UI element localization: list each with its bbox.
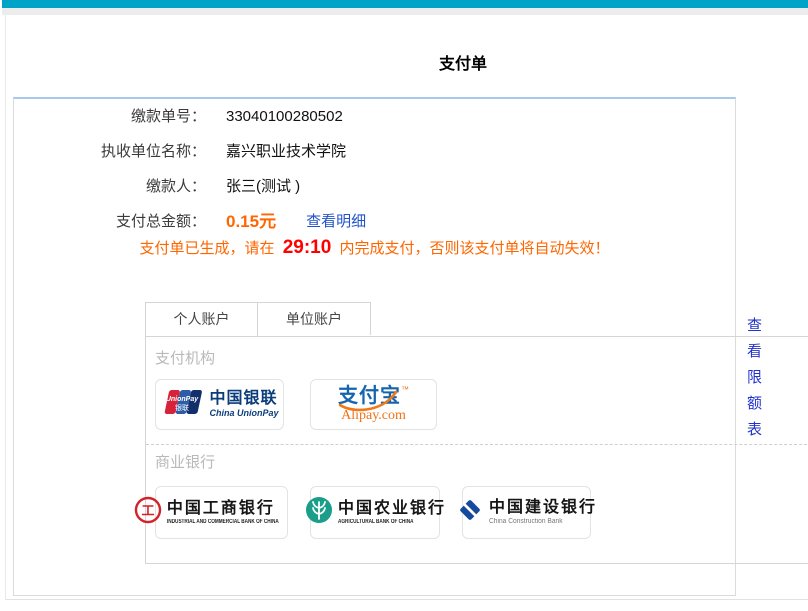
banks-section-title: 商业银行: [155, 451, 215, 472]
top-accent-bar: [2, 0, 808, 8]
view-detail-link[interactable]: 查看明细: [306, 204, 366, 239]
payer-row: 缴款人： 张三(测试 ): [14, 169, 735, 204]
order-number-row: 缴款单号： 33040100280502: [14, 99, 735, 134]
unionpay-caption: China UnionPay: [209, 409, 278, 418]
receiver-label: 执收单位名称：: [14, 134, 206, 169]
payment-org-row: UnionPay 银联 中国银联 China UnionPay 支付宝™: [155, 379, 437, 430]
svg-text:工: 工: [141, 503, 154, 518]
banks-row: 工 中国工商银行 INDUSTRIAL AND COMMERCIAL BANK …: [155, 486, 591, 539]
amount-row: 支付总金额： 0.15元 查看明细: [14, 204, 735, 239]
abc-text: 中国农业银行 AGRICULTURAL BANK OF CHINA: [338, 501, 446, 525]
icbc-text: 中国工商银行 INDUSTRIAL AND COMMERCIAL BANK OF…: [167, 501, 310, 525]
countdown-timer: 29:10: [279, 237, 336, 258]
svg-text:银联: 银联: [175, 403, 189, 412]
ccb-caption: China Construction Bank: [489, 518, 592, 525]
icbc-option[interactable]: 工 中国工商银行 INDUSTRIAL AND COMMERCIAL BANK …: [155, 486, 288, 539]
order-number-label: 缴款单号：: [14, 99, 206, 134]
amount-value: 0.15元: [226, 204, 276, 239]
order-number-value: 33040100280502: [226, 99, 343, 134]
ccb-name: 中国建设银行: [489, 500, 597, 516]
unionpay-card-icon: UnionPay 银联: [160, 387, 204, 422]
payment-methods-panel: 支付机构 UnionPay 银联: [145, 336, 808, 564]
receiver-row: 执收单位名称： 嘉兴职业技术学院: [14, 134, 735, 169]
section-divider: [146, 444, 808, 445]
alipay-caption: Alipay.com: [341, 409, 406, 423]
unionpay-text: 中国银联 China UnionPay: [209, 391, 278, 418]
icbc-caption: INDUSTRIAL AND COMMERCIAL BANK OF CHINA: [167, 519, 279, 525]
order-info: 缴款单号： 33040100280502 执收单位名称： 嘉兴职业技术学院 缴款…: [14, 99, 735, 239]
tab-personal-account[interactable]: 个人账户: [145, 302, 258, 336]
abc-name: 中国农业银行: [338, 501, 446, 517]
tab-corporate-account[interactable]: 单位账户: [258, 302, 371, 335]
account-tabs: 个人账户 单位账户: [145, 302, 808, 336]
ccb-logo-icon: [456, 496, 484, 529]
alipay-option[interactable]: 支付宝™ Alipay.com: [310, 379, 437, 430]
warning-prefix: 支付单已生成，请在: [140, 240, 279, 257]
abc-caption: AGRICULTURAL BANK OF CHINA: [338, 519, 422, 525]
icbc-name: 中国工商银行: [167, 501, 310, 517]
svg-text:UnionPay: UnionPay: [166, 396, 199, 403]
payer-value: 张三(测试 ): [226, 169, 300, 204]
view-limit-table-link[interactable]: 查看限额表: [746, 313, 763, 443]
warning-suffix: 内完成支付，否则该支付单将自动失效！: [335, 240, 609, 257]
ccb-option[interactable]: 中国建设银行 China Construction Bank: [462, 486, 591, 539]
payer-label: 缴款人：: [14, 169, 206, 204]
receiver-value: 嘉兴职业技术学院: [226, 134, 346, 169]
amount-label: 支付总金额：: [14, 204, 206, 239]
abc-option[interactable]: 中国农业银行 AGRICULTURAL BANK OF CHINA: [310, 486, 440, 539]
abc-logo-icon: [304, 495, 334, 530]
expiry-warning: 支付单已生成，请在 29:10 内完成支付，否则该支付单将自动失效！: [14, 237, 735, 259]
header-strip: [2, 8, 808, 15]
page-title: 支付单: [6, 50, 808, 74]
ccb-text: 中国建设银行 China Construction Bank: [489, 500, 597, 525]
unionpay-name: 中国银联: [209, 391, 278, 407]
icbc-logo-icon: 工: [133, 495, 163, 530]
alipay-logo: 支付宝™ Alipay.com: [338, 386, 409, 423]
alipay-name: 支付宝: [338, 385, 401, 407]
alipay-tm-mark: ™: [401, 385, 409, 394]
account-tabbox: 个人账户 单位账户 支付机构 UnionPay 银联: [145, 302, 808, 564]
payment-panel: 缴款单号： 33040100280502 执收单位名称： 嘉兴职业技术学院 缴款…: [13, 97, 736, 596]
payment-org-section-title: 支付机构: [155, 347, 215, 368]
unionpay-option[interactable]: UnionPay 银联 中国银联 China UnionPay: [155, 379, 284, 430]
